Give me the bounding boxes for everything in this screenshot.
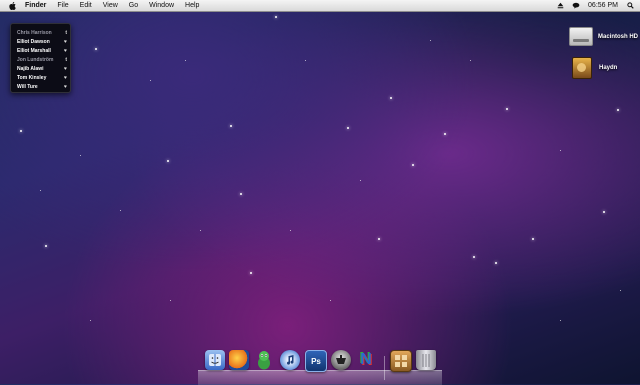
spotlight-search-icon[interactable]: [626, 2, 634, 10]
desktop-icon-macintosh-hd[interactable]: Macintosh HD: [569, 27, 638, 46]
heart-icon: ♥: [64, 65, 67, 72]
menu-help[interactable]: Help: [185, 2, 199, 9]
dock-separator: [384, 356, 385, 380]
game-app-icon[interactable]: N: [356, 350, 376, 370]
widget-contact-row[interactable]: Jon Lundström t: [17, 55, 67, 64]
contact-name: Elliot Marshall: [17, 47, 51, 54]
menu-edit[interactable]: Edit: [80, 2, 92, 9]
desktop-icon-haydn[interactable]: Haydn: [572, 57, 617, 79]
chat-status-icon[interactable]: [572, 2, 580, 10]
menu-file[interactable]: File: [57, 2, 68, 9]
apple-menu-icon[interactable]: [9, 1, 16, 10]
heart-icon: ♥: [64, 38, 67, 45]
itunes-app-icon[interactable]: [280, 350, 300, 370]
twitter-icon: t: [65, 29, 67, 36]
desktop-icon-label: Macintosh HD: [598, 33, 639, 40]
downloads-stack-icon[interactable]: [390, 350, 412, 372]
contact-name: Najib Alawi: [17, 65, 44, 72]
widget-contact-row[interactable]: Chris Harrison t: [17, 28, 67, 37]
contact-name: Elliot Dawson: [17, 38, 50, 45]
hard-drive-icon: [569, 27, 593, 46]
contact-name: Tom Kinsley: [17, 74, 47, 81]
photoshop-app-icon[interactable]: Ps: [305, 350, 327, 372]
folder-icon: [572, 57, 592, 79]
widget-contact-row[interactable]: Will Ture ♥: [17, 82, 67, 91]
heart-icon: ♥: [64, 47, 67, 54]
menubar-clock[interactable]: 06:56 PM: [588, 2, 618, 9]
heart-icon: ♥: [64, 74, 67, 81]
adium-app-icon[interactable]: [254, 350, 274, 370]
widget-contact-row[interactable]: Elliot Marshall ♥: [17, 46, 67, 55]
menu-go[interactable]: Go: [129, 2, 138, 9]
finder-app-icon[interactable]: [205, 350, 225, 370]
firefox-app-icon[interactable]: [229, 350, 249, 370]
widget-contact-row[interactable]: Tom Kinsley ♥: [17, 73, 67, 82]
menu-bar: Finder File Edit View Go Window Help 06:…: [0, 0, 640, 12]
contact-name: Will Ture: [17, 83, 38, 90]
desktop-icon-label: Haydn: [599, 65, 618, 71]
transmission-app-icon[interactable]: [331, 350, 351, 370]
heart-icon: ♥: [64, 83, 67, 90]
menu-window[interactable]: Window: [149, 2, 174, 9]
contact-name: Jon Lundström: [17, 56, 54, 63]
eject-icon[interactable]: [556, 2, 564, 10]
contacts-widget[interactable]: Chris Harrison t Elliot Dawson ♥ Elliot …: [10, 23, 71, 93]
dock: [198, 370, 442, 385]
menu-finder[interactable]: Finder: [25, 2, 46, 9]
widget-contact-row[interactable]: Elliot Dawson ♥: [17, 37, 67, 46]
twitter-icon: t: [65, 56, 67, 63]
trash-can-icon[interactable]: [416, 350, 436, 370]
contact-name: Chris Harrison: [17, 29, 52, 36]
widget-contact-row[interactable]: Najib Alawi ♥: [17, 64, 67, 73]
menu-view[interactable]: View: [103, 2, 118, 9]
